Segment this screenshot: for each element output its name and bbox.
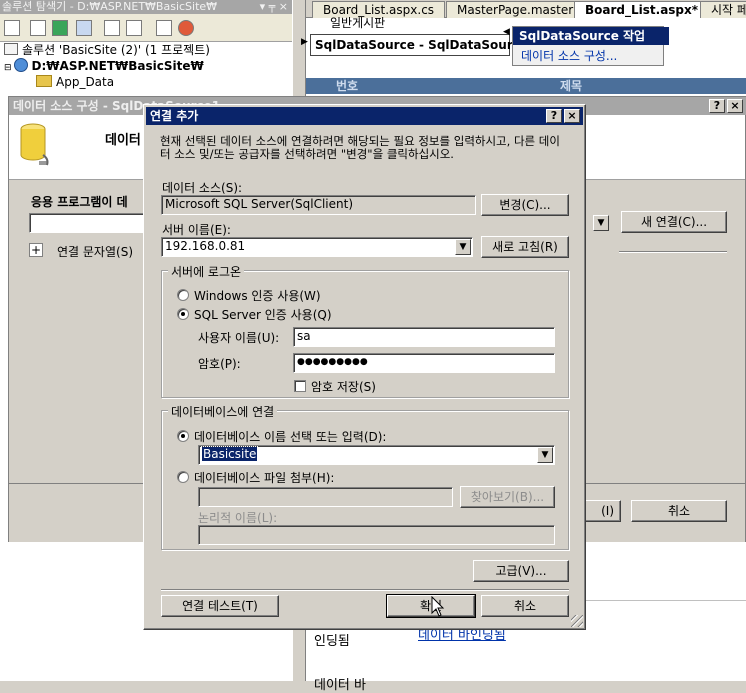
view-designer-icon[interactable]: [126, 20, 142, 36]
windows-auth-radio[interactable]: [177, 289, 189, 301]
dropdown-arrow-icon[interactable]: ▼: [455, 239, 471, 255]
attach-db-label[interactable]: 데이터베이스 파일 첨부(H):: [194, 469, 334, 486]
tab-start-page[interactable]: 시작 페: [700, 1, 746, 19]
username-input[interactable]: sa: [293, 327, 555, 347]
login-group-label: 서버에 로그온: [168, 263, 245, 280]
cancel-button[interactable]: 취소: [481, 595, 569, 617]
connection-string-label: 연결 문자열(S): [57, 245, 133, 259]
smart-tag-panel: ◀ SqlDataSource 작업 데이터 소스 구성...: [503, 26, 669, 66]
logical-name-input: [198, 525, 555, 545]
refresh-icon[interactable]: [52, 20, 68, 36]
smart-tag-collapse-icon[interactable]: ◀: [503, 27, 510, 37]
resize-grip[interactable]: [571, 615, 583, 627]
dialog-separator: [161, 589, 569, 591]
db-name-value: Basicsite: [200, 446, 259, 462]
smart-tag-title: SqlDataSource 작업: [513, 27, 669, 45]
intro-text: 현재 선택된 데이터 소스에 연결하려면 해당되는 필요 정보를 입력하시고, …: [160, 134, 560, 161]
nest-files-icon[interactable]: [76, 20, 92, 36]
save-password-checkbox[interactable]: [294, 380, 306, 392]
configure-data-source-link[interactable]: 데이터 소스 구성...: [521, 47, 617, 64]
windows-auth-label[interactable]: Windows 인증 사용(W): [194, 287, 321, 304]
tree-item-website[interactable]: ⊟ D:₩ASP.NET₩BasicSite₩: [4, 58, 204, 74]
bg-connection-dropdown[interactable]: ▼: [589, 213, 613, 233]
header-col-number: 번호: [336, 79, 359, 93]
view-code-icon[interactable]: [104, 20, 120, 36]
tab-masterpage[interactable]: MasterPage.master: [446, 1, 585, 19]
new-connection-button[interactable]: 새 연결(C)...: [621, 211, 727, 233]
bg-connection-select[interactable]: [29, 213, 145, 233]
solution-icon: [4, 43, 18, 55]
sqldatasource-control[interactable]: ▶ SqlDataSource - SqlDataSource1: [301, 34, 536, 56]
website-icon: [13, 58, 28, 72]
select-db-label[interactable]: 데이터베이스 이름 선택 또는 입력(D):: [194, 428, 386, 445]
logical-name-label: 논리적 이름(L):: [198, 511, 278, 525]
server-name-combo[interactable]: 192.168.0.81 ▼: [161, 237, 473, 257]
change-button[interactable]: 변경(C)...: [481, 194, 569, 216]
bg-close-button[interactable]: ×: [727, 99, 743, 113]
header-col-title: 제목: [560, 79, 583, 93]
refresh-button[interactable]: 새로 고침(R): [481, 236, 569, 258]
asp-config-icon[interactable]: [178, 20, 194, 36]
dropdown-arrow-icon: ▼: [593, 215, 609, 231]
advanced-button[interactable]: 고급(V)...: [473, 560, 569, 582]
help-button[interactable]: ?: [546, 109, 562, 123]
solution-explorer-toolbar: [0, 14, 292, 42]
bg-cancel-button[interactable]: 취소: [631, 500, 727, 522]
solution-explorer-title: 솔루션 탐색기 - D:₩ASP.NET₩BasicSite₩: [2, 0, 218, 13]
browse-button[interactable]: 찾아보기(B)...: [460, 486, 555, 508]
page-heading-text: 일반게시판: [330, 16, 386, 30]
sqldatasource-label: SqlDataSource - SqlDataSource1: [315, 38, 537, 52]
smart-tag-arrow-icon[interactable]: ▶: [301, 37, 308, 47]
db-name-combo[interactable]: Basicsite ▼: [198, 445, 555, 465]
bg-question-label: 응용 프로그램이 데: [31, 195, 128, 209]
solution-explorer-titlebar: 솔루션 탐색기 - D:₩ASP.NET₩BasicSite₩ ▾ ╤ ×: [0, 0, 292, 14]
save-password-label[interactable]: 암호 저장(S): [311, 378, 376, 395]
bg-dialog-header-text: 데이터: [105, 133, 141, 148]
mouse-pointer-icon: [431, 596, 445, 617]
collapse-icon[interactable]: ⊟: [4, 63, 12, 73]
gridview-header: 번호 제목: [306, 78, 746, 94]
database-group: 데이터베이스에 연결 데이터베이스 이름 선택 또는 입력(D): Basics…: [161, 403, 569, 550]
attach-db-input: [198, 487, 453, 507]
folder-icon: [36, 75, 52, 87]
username-label: 사용자 이름(U):: [198, 331, 280, 345]
server-name-label: 서버 이름(E):: [162, 223, 231, 237]
copy-website-icon[interactable]: [156, 20, 172, 36]
tree-item-app-data[interactable]: App_Data: [36, 74, 114, 90]
sql-auth-label[interactable]: SQL Server 인증 사용(Q): [194, 306, 332, 323]
properties-icon[interactable]: [4, 20, 20, 36]
bound-text-1: 인딩됨: [314, 634, 350, 649]
test-connection-button[interactable]: 연결 테스트(T): [161, 595, 279, 617]
bg-help-button[interactable]: ?: [709, 99, 725, 113]
add-connection-dialog: 연결 추가 ? × 현재 선택된 데이터 소스에 연결하려면 해당되는 필요 정…: [143, 104, 586, 630]
database-icon: [20, 123, 49, 166]
sql-auth-radio[interactable]: [177, 308, 189, 320]
add-connection-titlebar: 연결 추가 ? ×: [146, 107, 583, 125]
data-source-field: Microsoft SQL Server(SqlClient): [161, 195, 476, 215]
tab-board-list-aspx[interactable]: Board_List.aspx*: [574, 1, 710, 19]
select-db-radio[interactable]: [177, 430, 189, 442]
tree-item-solution[interactable]: 솔루션 'BasicSite (2)' (1 프로젝트): [4, 42, 210, 58]
show-all-files-icon[interactable]: [30, 20, 46, 36]
solution-explorer-title-buttons[interactable]: ▾ ╤ ×: [260, 0, 288, 13]
database-group-label: 데이터베이스에 연결: [168, 403, 278, 420]
data-source-label: 데이터 소스(S):: [162, 181, 243, 195]
bg-separator: [619, 251, 727, 253]
password-input[interactable]: ●●●●●●●●●: [293, 353, 555, 373]
dialog-title: 연결 추가: [150, 109, 199, 123]
attach-db-radio[interactable]: [177, 471, 189, 483]
login-group: 서버에 로그온 Windows 인증 사용(W) SQL Server 인증 사…: [161, 263, 569, 398]
expand-connection-string-icon[interactable]: +: [29, 243, 43, 257]
close-button[interactable]: ×: [564, 109, 580, 123]
server-name-value: 192.168.0.81: [165, 239, 246, 253]
password-label: 암호(P):: [198, 357, 241, 371]
dropdown-arrow-icon[interactable]: ▼: [537, 447, 553, 463]
bound-text-2: 데이터 바: [314, 678, 366, 693]
